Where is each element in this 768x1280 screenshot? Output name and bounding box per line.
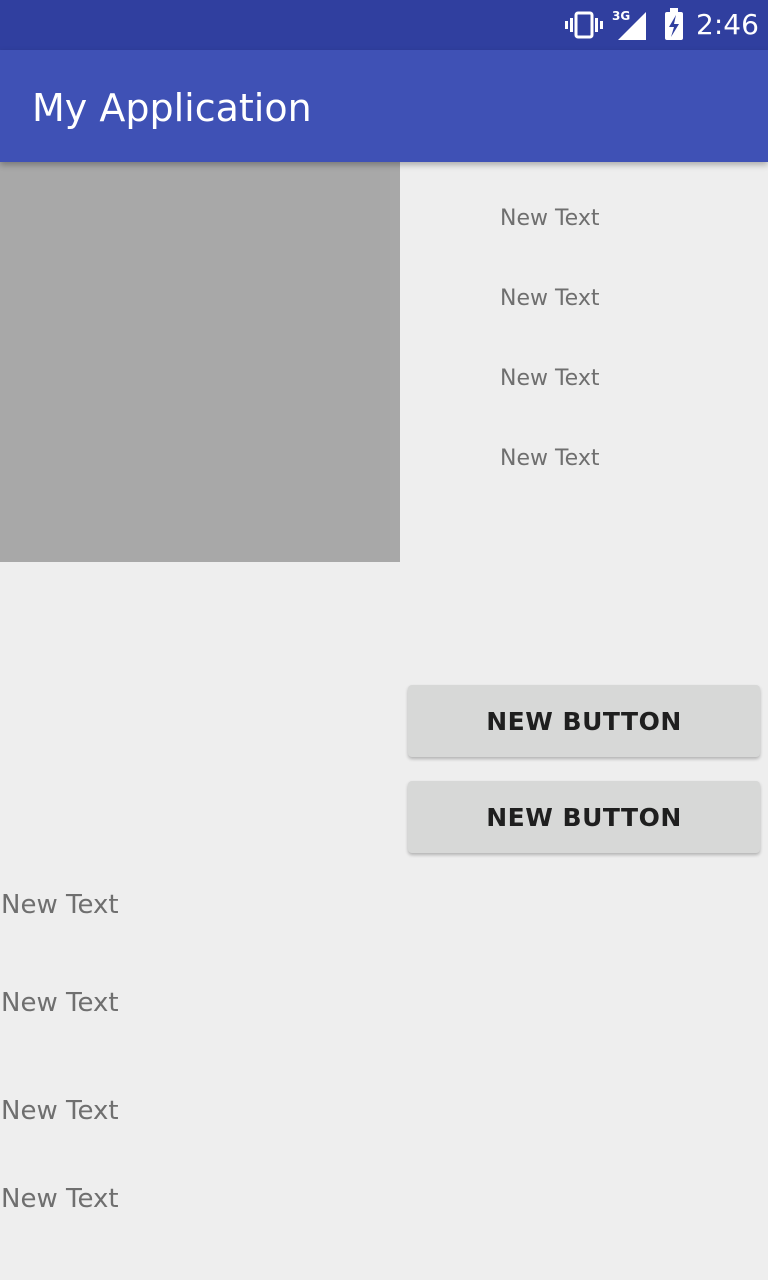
new-button-1[interactable]: NEW BUTTON: [408, 685, 760, 757]
text-view-bottom-2: New Text: [1, 988, 119, 1018]
new-button-2[interactable]: NEW BUTTON: [408, 781, 760, 853]
text-view-bottom-1: New Text: [1, 890, 119, 920]
text-view-top-1: New Text: [500, 206, 600, 231]
battery-charging-icon: [665, 8, 683, 40]
text-view-bottom-3: New Text: [1, 1096, 119, 1126]
text-view-top-3: New Text: [500, 366, 600, 391]
network-label: 3G: [612, 9, 630, 23]
app-bar: My Application: [0, 50, 768, 162]
image-placeholder: [0, 162, 400, 562]
vibrate-icon: [565, 11, 603, 39]
text-view-top-2: New Text: [500, 286, 600, 311]
app-title: My Application: [32, 86, 312, 130]
status-bar: 3G 2:46: [0, 0, 768, 50]
status-time: 2:46: [696, 8, 759, 41]
text-view-bottom-4: New Text: [1, 1184, 119, 1214]
signal-3g-icon: 3G: [612, 9, 646, 40]
text-view-top-4: New Text: [500, 446, 600, 471]
